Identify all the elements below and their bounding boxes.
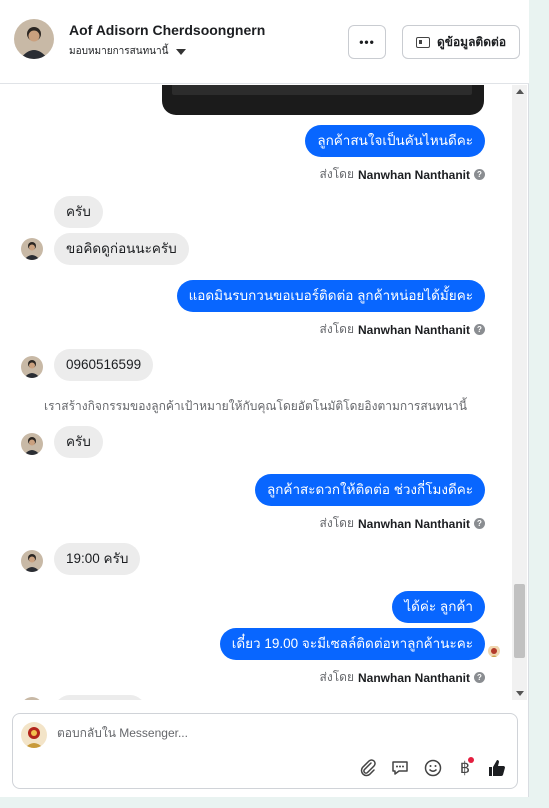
help-icon[interactable]: ? <box>474 324 485 335</box>
sent-by-label: ส่งโดย Nanwhan Nanthanit ? <box>320 165 485 184</box>
contact-avatar-small <box>21 697 43 700</box>
view-contact-button[interactable]: ดูข้อมูลติดต่อ <box>402 25 520 59</box>
baht-icon[interactable]: ฿ <box>455 757 475 778</box>
video-caption-bar <box>172 85 472 95</box>
sender-name: Nanwhan Nanthanit <box>357 167 470 182</box>
more-options-button[interactable]: ••• <box>348 25 386 59</box>
contact-card-icon <box>415 36 430 48</box>
contact-avatar-small <box>21 550 43 572</box>
more-label: ••• <box>359 35 375 49</box>
video-preview[interactable] <box>162 85 484 115</box>
sent-by-label: ส่งโดย Nanwhan Nanthanit ? <box>320 668 485 687</box>
sender-name: Nanwhan Nanthanit <box>357 670 470 685</box>
sent-by-prefix: ส่งโดย <box>319 167 354 181</box>
sent-by-label: ส่งโดย Nanwhan Nanthanit ? <box>320 320 485 339</box>
seen-avatar-icon <box>488 645 500 657</box>
notification-dot <box>468 757 474 763</box>
attach-icon[interactable] <box>358 758 378 778</box>
like-icon[interactable] <box>487 758 507 778</box>
thread-scrollbar[interactable] <box>512 85 527 700</box>
message-outgoing[interactable]: เดี๋ยว 19.00 จะมีเซลล์ติดต่อหาลูกค้านะคะ <box>219 628 485 660</box>
sent-by-prefix: ส่งโดย <box>319 322 354 336</box>
view-contact-label: ดูข้อมูลติดต่อ <box>436 34 507 49</box>
message-incoming-partial[interactable] <box>54 695 146 700</box>
sent-by-prefix: ส่งโดย <box>319 670 354 684</box>
scroll-down-arrow-icon[interactable] <box>516 691 524 696</box>
saved-reply-icon[interactable] <box>390 758 410 778</box>
message-incoming[interactable]: 0960516599 <box>54 349 154 381</box>
scroll-up-arrow-icon[interactable] <box>516 89 524 94</box>
message-incoming[interactable]: ขอคิดดูก่อนนะครับ <box>54 233 189 265</box>
message-composer: ฿ <box>12 713 518 789</box>
help-icon[interactable]: ? <box>474 672 485 683</box>
contact-avatar[interactable] <box>14 19 54 59</box>
sender-name: Nanwhan Nanthanit <box>357 516 470 531</box>
caret-down-icon <box>176 48 187 55</box>
message-incoming[interactable]: ครับ <box>54 196 103 228</box>
emoji-icon[interactable] <box>423 758 443 778</box>
message-outgoing[interactable]: ลูกค้าสะดวกให้ติดต่อ ช่วงกี่โมงดีคะ <box>254 474 485 506</box>
page-avatar <box>21 722 47 748</box>
help-icon[interactable]: ? <box>474 518 485 529</box>
help-icon[interactable]: ? <box>474 169 485 180</box>
reply-input[interactable] <box>57 726 357 740</box>
contact-avatar-small <box>21 433 43 455</box>
sent-by-prefix: ส่งโดย <box>319 516 354 530</box>
conversation-header: Aof Adisorn Cherdsoongnern มอบหมายการสนท… <box>0 0 529 84</box>
message-outgoing[interactable]: ได้ค่ะ ลูกค้า <box>392 591 485 623</box>
system-notice: เราสร้างกิจกรรมของลูกค้าเป้าหมายให้กับคุ… <box>44 399 467 413</box>
message-outgoing[interactable]: ลูกค้าสนใจเป็นคันไหนดีคะ <box>305 125 485 157</box>
sender-name: Nanwhan Nanthanit <box>357 322 470 337</box>
message-incoming[interactable]: 19:00 ครับ <box>54 543 141 575</box>
assign-conversation-dropdown[interactable]: มอบหมายการสนทนานี้ <box>69 44 187 59</box>
contact-avatar-small <box>21 356 43 378</box>
assign-label: มอบหมายการสนทนานี้ <box>69 46 169 57</box>
message-thread: ลูกค้าสนใจเป็นคันไหนดีคะ ส่งโดย Nanwhan … <box>0 85 529 700</box>
message-outgoing[interactable]: แอดมินรบกวนขอเบอร์ติดต่อ ลูกค้าหน่อยได้ม… <box>176 280 485 312</box>
message-incoming[interactable]: ครับ <box>54 426 103 458</box>
scrollbar-thumb[interactable] <box>514 584 525 658</box>
conversation-panel: Aof Adisorn Cherdsoongnern มอบหมายการสนท… <box>0 0 529 797</box>
contact-name: Aof Adisorn Cherdsoongnern <box>69 22 266 38</box>
sent-by-label: ส่งโดย Nanwhan Nanthanit ? <box>320 514 485 533</box>
contact-avatar-small <box>21 238 43 260</box>
